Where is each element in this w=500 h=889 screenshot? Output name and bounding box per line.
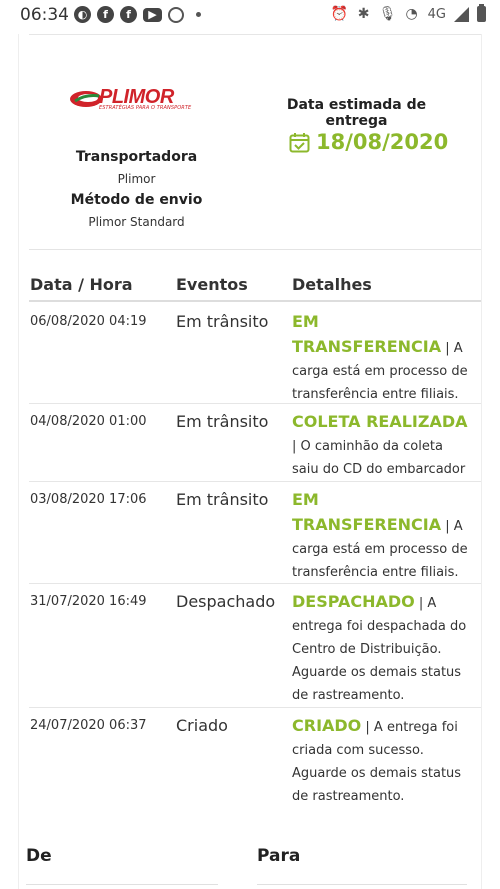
facebook-icon: f bbox=[120, 6, 137, 23]
system-icons: ⏰ ✱ 🎙 ◔ 4G bbox=[330, 4, 486, 22]
notification-icons: ◐ f f ▶ bbox=[74, 6, 201, 23]
row-event: Em trânsito bbox=[176, 412, 269, 431]
row-status: CRIADO bbox=[292, 716, 362, 735]
column-header-details: Detalhes bbox=[292, 275, 372, 294]
bluetooth-icon: ✱ bbox=[357, 6, 370, 22]
table-row: 03/08/2020 17:06 Em trânsito EM TRANSFER… bbox=[29, 482, 481, 584]
facebook-icon: f bbox=[97, 6, 114, 23]
estimated-delivery-date: 18/08/2020 bbox=[316, 130, 449, 154]
status-time: 06:34 bbox=[20, 5, 69, 25]
logo-swoosh-icon bbox=[70, 91, 102, 107]
row-details: EM TRANSFERENCIA | A carga está em proce… bbox=[292, 488, 472, 584]
section-divider bbox=[29, 249, 481, 250]
estimated-delivery-label: Data estimada de entrega bbox=[286, 97, 427, 129]
alarm-icon bbox=[168, 6, 184, 23]
row-datetime: 06/08/2020 04:19 bbox=[30, 314, 147, 329]
row-detail-text: | O caminhão da coleta saiu do CD do emb… bbox=[292, 439, 466, 477]
from-heading: De bbox=[26, 846, 52, 866]
to-heading: Para bbox=[257, 846, 301, 866]
wifi-icon: ◔ bbox=[405, 6, 418, 22]
row-detail-text: | A entrega foi despachada do Centro de … bbox=[292, 596, 467, 703]
row-status: COLETA REALIZADA bbox=[292, 412, 468, 431]
row-event: Despachado bbox=[176, 592, 276, 611]
from-divider bbox=[26, 884, 218, 885]
table-row: 06/08/2020 04:19 Em trânsito EM TRANSFER… bbox=[29, 304, 481, 404]
row-status: EM TRANSFERENCIA bbox=[292, 490, 442, 534]
row-details: DESPACHADO | A entrega foi despachada do… bbox=[292, 590, 472, 707]
app-circle-icon: ◐ bbox=[74, 6, 91, 23]
table-row: 24/07/2020 06:37 Criado CRIADO | A entre… bbox=[29, 708, 481, 812]
shipping-method-label: Método de envio bbox=[70, 192, 203, 208]
carrier-label: Transportadora bbox=[75, 149, 198, 165]
table-row: 31/07/2020 16:49 Despachado DESPACHADO |… bbox=[29, 584, 481, 708]
alarm-icon: ⏰ bbox=[330, 6, 349, 22]
tracking-card: PLIMOR ESTRATÉGIAS PARA O TRANSPORTE Tra… bbox=[18, 34, 482, 889]
row-datetime: 03/08/2020 17:06 bbox=[30, 492, 147, 507]
row-details: CRIADO | A entrega foi criada com sucess… bbox=[292, 714, 472, 808]
carrier-value: Plimor bbox=[117, 172, 156, 186]
carrier-logo: PLIMOR ESTRATÉGIAS PARA O TRANSPORTE bbox=[69, 86, 204, 114]
row-status: DESPACHADO bbox=[292, 592, 415, 611]
row-status: EM TRANSFERENCIA bbox=[292, 312, 442, 356]
calendar-check-icon bbox=[289, 132, 310, 153]
row-datetime: 04/08/2020 01:00 bbox=[30, 414, 147, 429]
row-datetime: 24/07/2020 06:37 bbox=[30, 718, 147, 733]
row-event: Em trânsito bbox=[176, 490, 269, 509]
signal-icon bbox=[454, 6, 469, 22]
mic-icon: 🎙 bbox=[378, 6, 397, 22]
more-notifications-dot bbox=[196, 12, 201, 17]
row-event: Criado bbox=[176, 716, 228, 735]
to-divider bbox=[257, 884, 467, 885]
card-top-divider bbox=[29, 34, 481, 35]
column-header-datetime: Data / Hora bbox=[30, 275, 133, 294]
row-datetime: 31/07/2020 16:49 bbox=[30, 594, 147, 609]
logo-tagline: ESTRATÉGIAS PARA O TRANSPORTE bbox=[99, 105, 192, 111]
estimated-delivery: 18/08/2020 bbox=[289, 130, 448, 154]
battery-icon bbox=[477, 4, 486, 22]
table-row: 04/08/2020 01:00 Em trânsito COLETA REAL… bbox=[29, 404, 481, 482]
row-details: EM TRANSFERENCIA | A carga está em proce… bbox=[292, 310, 472, 406]
column-header-events: Eventos bbox=[176, 275, 248, 294]
status-bar: 06:34 ◐ f f ▶ ⏰ ✱ 🎙 ◔ 4G bbox=[0, 0, 500, 30]
row-event: Em trânsito bbox=[176, 312, 269, 331]
network-type: 4G bbox=[427, 6, 446, 22]
tracking-table-header: Data / Hora Eventos Detalhes bbox=[29, 272, 481, 302]
row-details: COLETA REALIZADA | O caminhão da coleta … bbox=[292, 410, 472, 481]
shipping-method-value: Plimor Standard bbox=[88, 215, 185, 229]
youtube-icon: ▶ bbox=[143, 7, 162, 22]
